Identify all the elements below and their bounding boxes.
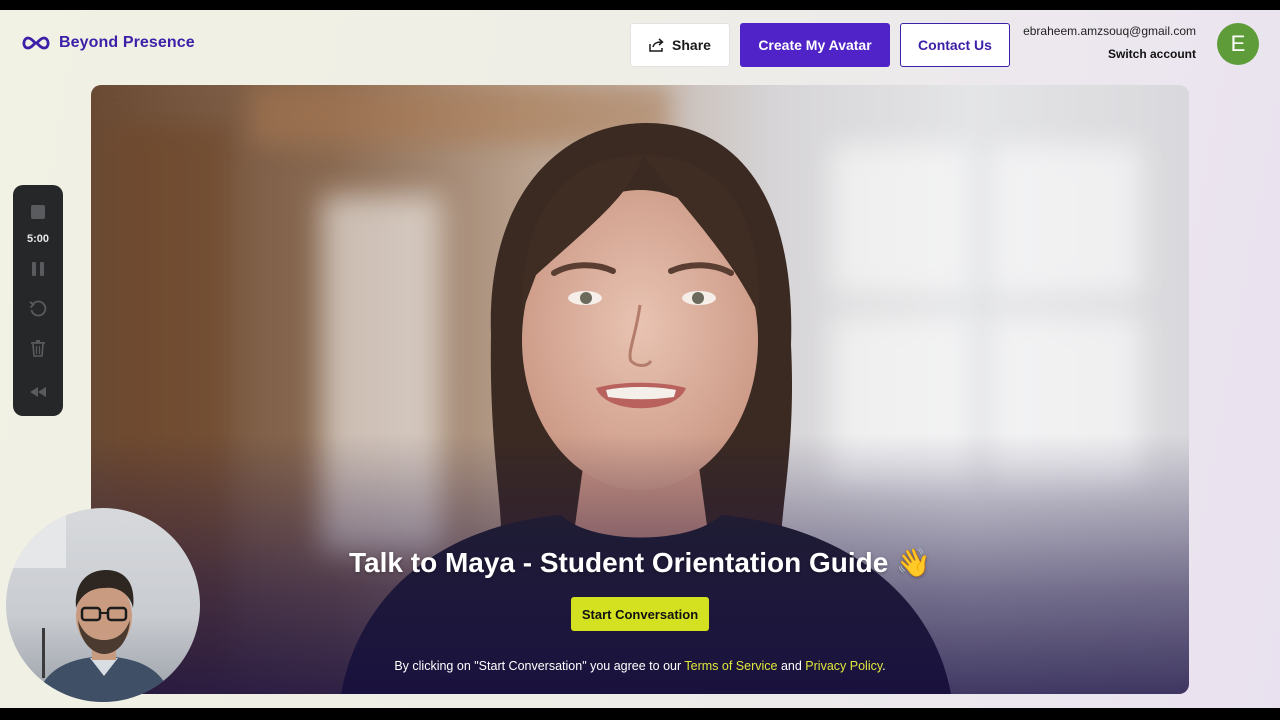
account-info: ebraheem.amzsouq@gmail.com Switch accoun… [1023, 24, 1196, 61]
start-conversation-button[interactable]: Start Conversation [571, 597, 709, 631]
infinity-logo-icon [22, 36, 50, 50]
terms-of-service-link[interactable]: Terms of Service [684, 659, 777, 673]
restart-icon [29, 301, 47, 317]
share-icon [649, 38, 664, 52]
share-label: Share [672, 37, 711, 53]
legal-prefix: By clicking on "Start Conversation" you … [394, 659, 685, 673]
webcam-preview[interactable] [6, 508, 200, 702]
stop-button[interactable] [13, 185, 63, 230]
contact-us-button[interactable]: Contact Us [900, 23, 1010, 67]
switch-account-link[interactable]: Switch account [1023, 47, 1196, 61]
restart-button[interactable] [13, 291, 63, 328]
avatar-video: Talk to Maya - Student Orientation Guide… [91, 85, 1189, 694]
webcam-person [6, 508, 172, 702]
legal-suffix: . [882, 659, 886, 673]
create-avatar-button[interactable]: Create My Avatar [740, 23, 890, 67]
pause-button[interactable] [13, 248, 63, 291]
privacy-policy-link[interactable]: Privacy Policy [805, 659, 882, 673]
top-header: Beyond Presence Share Create My Avatar C… [0, 10, 1280, 80]
brand-name: Beyond Presence [59, 34, 195, 51]
recorder-toolbar: 5:00 [13, 185, 63, 416]
pause-icon [32, 262, 44, 277]
recording-timer: 5:00 [26, 232, 50, 245]
legal-notice: By clicking on "Start Conversation" you … [91, 659, 1189, 673]
collapse-icon [30, 386, 46, 397]
trash-icon [31, 339, 45, 357]
legal-and: and [777, 659, 806, 673]
app-page: Beyond Presence Share Create My Avatar C… [0, 10, 1280, 708]
delete-button[interactable] [13, 328, 63, 367]
share-button[interactable]: Share [630, 23, 730, 67]
user-avatar[interactable]: E [1217, 23, 1259, 65]
brand-logo[interactable]: Beyond Presence [20, 34, 195, 52]
stop-icon [31, 204, 45, 219]
account-email: ebraheem.amzsouq@gmail.com [1023, 24, 1196, 38]
collapse-toolbar-button[interactable] [13, 367, 63, 416]
video-title: Talk to Maya - Student Orientation Guide… [349, 547, 931, 578]
